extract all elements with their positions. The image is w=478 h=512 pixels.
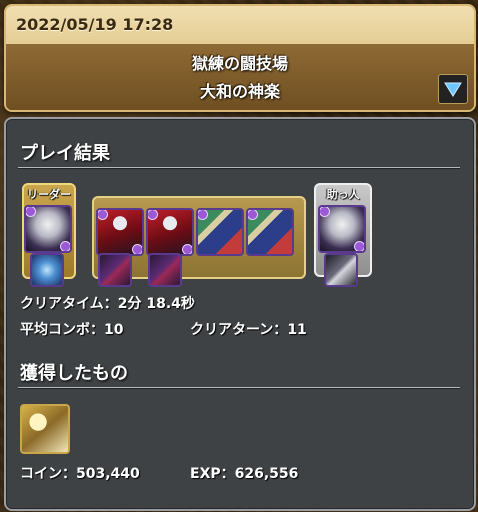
attribute-orb-icon — [132, 244, 142, 254]
clear-time-value: 2分 18.4秒 — [117, 296, 195, 312]
exp-value: 626,556 — [234, 466, 299, 482]
helper-assist-monster[interactable] — [324, 253, 358, 287]
coin-value: 503,440 — [76, 466, 140, 482]
divider — [18, 387, 460, 388]
rewards-title: 獲得したもの — [20, 363, 128, 384]
expand-button[interactable] — [438, 74, 468, 104]
play-timestamp: 2022/05/19 17:28 — [16, 15, 174, 34]
clear-turn-value: 11 — [287, 322, 307, 338]
attribute-orb-icon — [198, 210, 208, 220]
attribute-orb-icon — [60, 241, 70, 251]
leader-assist-monster[interactable] — [30, 253, 64, 287]
sub-monster-1[interactable] — [96, 208, 144, 256]
helper-monster[interactable] — [318, 205, 366, 253]
sub-monster-3[interactable] — [196, 208, 244, 256]
exp-stat: EXP：626,556 — [190, 463, 298, 483]
clear-time-label: クリアタイム： — [20, 296, 118, 312]
triangle-down-icon — [444, 82, 462, 97]
divider — [18, 167, 460, 168]
avg-combo-label: 平均コンボ： — [20, 322, 104, 338]
avg-combo-value: 10 — [104, 322, 124, 338]
play-result-title: プレイ結果 — [20, 143, 110, 164]
attribute-orb-icon — [148, 210, 158, 220]
exp-label: EXP： — [190, 466, 235, 482]
attribute-orb-icon — [320, 207, 330, 217]
reward-item-icon[interactable] — [20, 404, 70, 454]
sub-monster-4[interactable] — [246, 208, 294, 256]
sub-assist-monster-2[interactable] — [148, 253, 182, 287]
helper-label: 助っ人 — [326, 188, 360, 201]
attribute-orb-icon — [248, 210, 258, 220]
attribute-orb-icon — [354, 241, 364, 251]
leader-label: リーダー — [27, 188, 71, 201]
dungeon-title: 獄練の闘技場 — [191, 54, 288, 73]
coin-label: コイン： — [20, 466, 76, 482]
coin-stat: コイン：503,440 — [20, 463, 140, 483]
clear-time-stat: クリアタイム：2分 18.4秒 — [20, 293, 195, 313]
attribute-orb-icon — [26, 207, 36, 217]
play-result-panel: プレイ結果 リーダー 助っ人 クリアタイム：2分 18.4秒 平均コンボ：10 — [4, 117, 476, 511]
dungeon-header: 2022/05/19 17:28 獄練の闘技場 大和の神楽 — [4, 4, 476, 112]
avg-combo-stat: 平均コンボ：10 — [20, 319, 123, 339]
clear-turn-stat: クリアターン：11 — [190, 319, 307, 339]
clear-turn-label: クリアターン： — [190, 322, 288, 338]
dungeon-floor-name: 大和の神楽 — [199, 82, 280, 101]
sub-assist-monster-1[interactable] — [98, 253, 132, 287]
leader-monster[interactable] — [24, 205, 72, 253]
sub-monster-2[interactable] — [146, 208, 194, 256]
attribute-orb-icon — [98, 210, 108, 220]
attribute-orb-icon — [182, 244, 192, 254]
